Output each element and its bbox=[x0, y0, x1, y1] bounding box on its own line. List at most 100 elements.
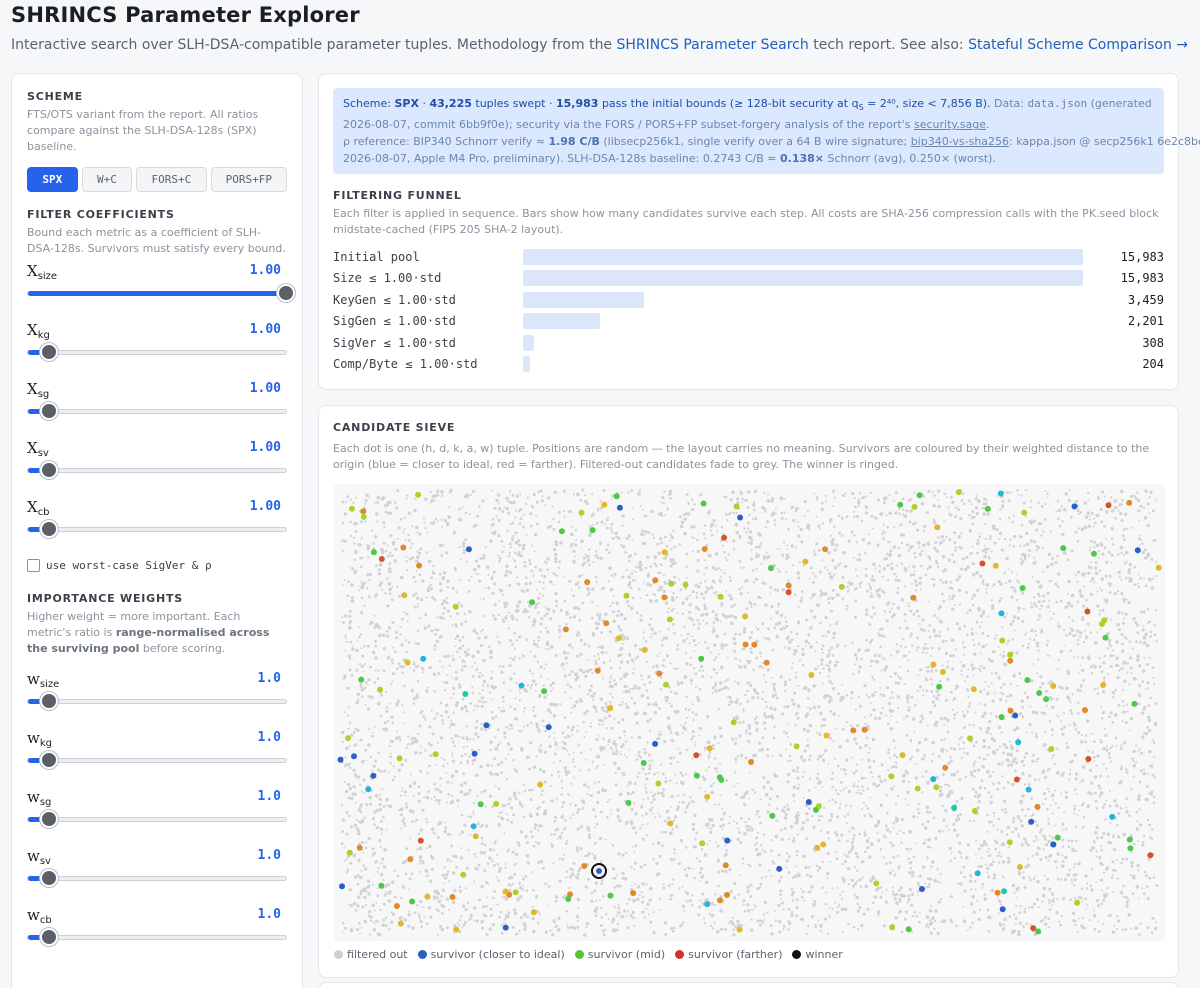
filtered-dot bbox=[627, 575, 632, 579]
filtered-dot bbox=[893, 572, 896, 576]
filtered-dot bbox=[971, 627, 974, 630]
filtered-dot bbox=[749, 650, 753, 654]
filtered-dot bbox=[948, 538, 952, 542]
filter-slider-handle[interactable] bbox=[39, 343, 58, 361]
filtered-dot bbox=[360, 537, 364, 540]
filter-slider-handle[interactable] bbox=[277, 284, 295, 302]
stateful-comparison-link[interactable]: Stateful Scheme Comparison → bbox=[968, 37, 1188, 53]
filter-slider-track[interactable] bbox=[27, 402, 287, 420]
filtered-dot bbox=[742, 795, 746, 799]
filtered-dot bbox=[1122, 597, 1126, 602]
filter-slider-handle[interactable] bbox=[39, 402, 58, 420]
worst-case-toggle[interactable]: use worst-case SigVer & ρ bbox=[27, 559, 287, 572]
filter-slider-track[interactable] bbox=[27, 461, 287, 479]
filtered-dot bbox=[1067, 616, 1071, 619]
filtered-dot bbox=[464, 752, 468, 756]
filtered-dot bbox=[876, 910, 881, 914]
filtered-dot bbox=[800, 755, 804, 758]
filter-slider-kg[interactable]: Xkg 1.00 bbox=[27, 321, 287, 380]
filtered-dot bbox=[729, 498, 733, 502]
filtered-dot bbox=[382, 805, 386, 808]
weight-slider-sv[interactable]: wsv 1.0 bbox=[27, 847, 287, 906]
filtered-dot bbox=[698, 906, 701, 909]
filtered-dot bbox=[357, 921, 361, 925]
filtered-dot bbox=[1143, 870, 1147, 874]
filtered-dot bbox=[1149, 635, 1152, 638]
weight-slider-sg[interactable]: wsg 1.0 bbox=[27, 788, 287, 847]
filtered-dot bbox=[597, 734, 600, 737]
filtered-dot bbox=[1023, 556, 1027, 559]
worst-case-checkbox[interactable] bbox=[27, 559, 40, 572]
filtered-dot bbox=[687, 802, 691, 806]
filter-slider-sg[interactable]: Xsg 1.00 bbox=[27, 380, 287, 439]
filtered-dot bbox=[1120, 765, 1123, 768]
filtered-dot bbox=[853, 893, 856, 896]
filter-slider-size[interactable]: Xsize 1.00 bbox=[27, 262, 295, 321]
weight-slider-size[interactable]: wsize 1.0 bbox=[27, 670, 287, 729]
filtered-dot bbox=[1012, 514, 1015, 517]
scheme-button-forsc[interactable]: FORS+C bbox=[136, 167, 207, 192]
filtered-dot bbox=[1051, 734, 1054, 737]
filtered-dot bbox=[594, 550, 598, 553]
weight-slider-track[interactable] bbox=[27, 810, 287, 828]
scheme-button-porsfp[interactable]: PORS+FP bbox=[210, 167, 287, 192]
filtered-dot bbox=[368, 802, 372, 806]
filtered-dot bbox=[577, 808, 581, 812]
weight-slider-handle[interactable] bbox=[39, 692, 58, 710]
filter-slider-cb[interactable]: Xcb 1.00 bbox=[27, 498, 287, 557]
filtered-dot bbox=[885, 889, 888, 892]
filtered-dot bbox=[623, 909, 626, 913]
page-header: SHRINCS Parameter Explorer Interactive s… bbox=[11, 2, 1191, 54]
filtered-dot bbox=[962, 905, 965, 908]
filtered-dot bbox=[893, 897, 897, 901]
filtered-dot bbox=[1042, 834, 1045, 838]
filtered-dot bbox=[476, 705, 480, 708]
filtered-dot bbox=[367, 743, 371, 747]
weight-slider-kg[interactable]: wkg 1.0 bbox=[27, 729, 287, 788]
filtered-dot bbox=[577, 608, 581, 611]
filter-slider-handle[interactable] bbox=[39, 461, 58, 479]
filtered-dot bbox=[928, 877, 933, 881]
weight-slider-track[interactable] bbox=[27, 928, 287, 946]
security-sage-link[interactable]: security.sage bbox=[914, 118, 986, 131]
weight-slider-handle[interactable] bbox=[39, 810, 58, 828]
filtered-dot bbox=[848, 830, 851, 833]
filtered-dot bbox=[831, 558, 835, 562]
filtered-dot bbox=[382, 918, 386, 922]
filtered-dot bbox=[387, 720, 390, 723]
filtered-dot bbox=[1077, 731, 1081, 735]
filtered-dot bbox=[937, 755, 941, 758]
weight-slider-handle[interactable] bbox=[39, 751, 58, 769]
filter-slider-sv[interactable]: Xsv 1.00 bbox=[27, 439, 287, 498]
filtered-dot bbox=[717, 803, 720, 806]
filter-slider-handle[interactable] bbox=[39, 520, 58, 538]
scheme-button-wc[interactable]: W+C bbox=[81, 167, 133, 192]
filtered-dot bbox=[512, 534, 515, 538]
filtered-dot bbox=[852, 925, 856, 929]
weight-slider-handle[interactable] bbox=[39, 928, 58, 946]
filtered-dot bbox=[407, 511, 412, 515]
filtered-dot bbox=[1074, 530, 1078, 534]
filtered-dot bbox=[771, 648, 775, 652]
filtered-dot bbox=[958, 575, 962, 579]
weight-slider-track[interactable] bbox=[27, 869, 287, 887]
bip340-vs-sha256-link[interactable]: bip340-vs-sha256 bbox=[911, 135, 1009, 148]
filtered-dot bbox=[744, 756, 748, 760]
weight-slider-track[interactable] bbox=[27, 751, 287, 769]
scheme-button-spx[interactable]: SPX bbox=[27, 167, 78, 192]
filter-slider-track[interactable] bbox=[27, 284, 295, 302]
filtered-dot bbox=[1066, 695, 1070, 699]
weight-slider-handle[interactable] bbox=[39, 869, 58, 887]
tech-report-link[interactable]: SHRINCS Parameter Search bbox=[617, 37, 809, 53]
filtered-dot bbox=[1079, 684, 1083, 688]
filter-slider-track[interactable] bbox=[27, 343, 287, 361]
filtered-dot bbox=[613, 717, 616, 720]
weight-slider-track[interactable] bbox=[27, 692, 287, 710]
filter-slider-track[interactable] bbox=[27, 520, 287, 538]
filtered-dot bbox=[364, 502, 367, 505]
filtered-dot bbox=[1012, 674, 1016, 678]
filtered-dot bbox=[874, 824, 878, 828]
weight-slider-cb[interactable]: wcb 1.0 bbox=[27, 906, 287, 965]
filtered-dot bbox=[652, 593, 655, 596]
filtered-dot bbox=[1121, 642, 1124, 646]
